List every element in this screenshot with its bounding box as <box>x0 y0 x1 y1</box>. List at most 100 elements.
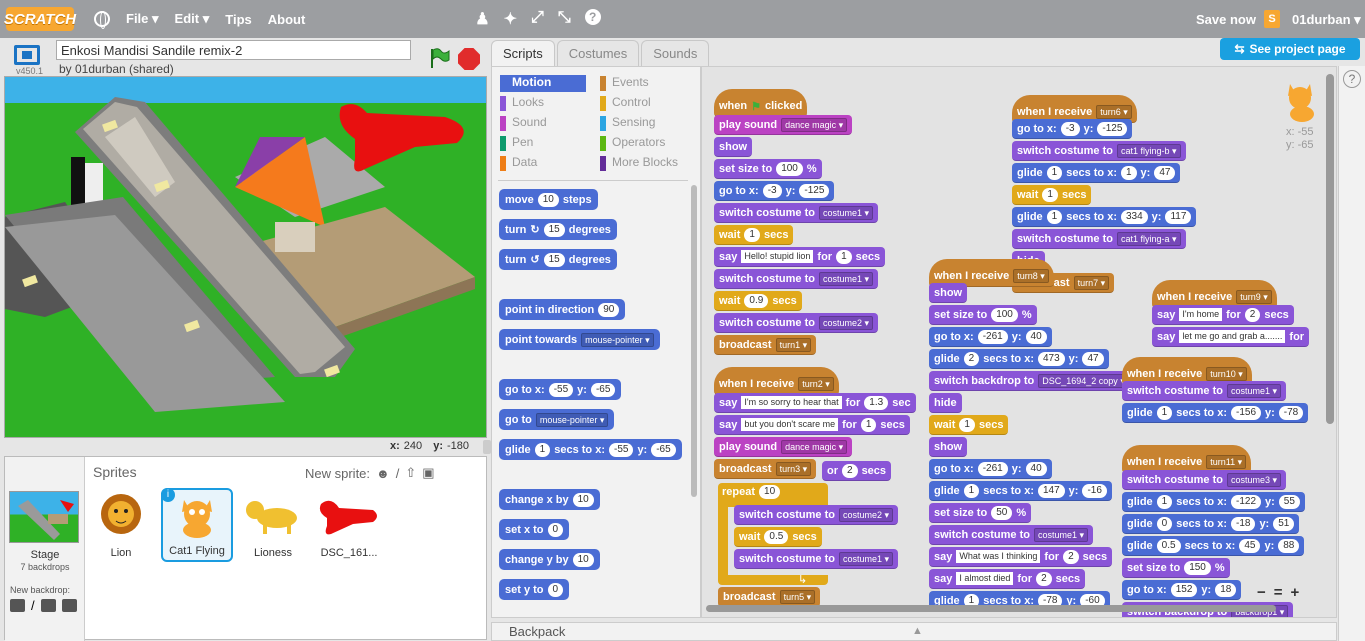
palette-change-y-block[interactable]: change y by 10 <box>499 549 600 570</box>
delete-scissors-icon[interactable]: ✦ <box>504 9 517 29</box>
category-control[interactable]: Control <box>600 95 686 112</box>
say-for-block[interactable]: say I almost died for 2 secs <box>929 569 1086 589</box>
paint-brush-icon[interactable]: / <box>396 466 400 481</box>
scripts-vertical-scrollbar[interactable] <box>1326 74 1334 424</box>
say-for-fragment-block[interactable]: or 2 secs <box>822 461 892 481</box>
scripts-horizontal-scrollbar[interactable] <box>706 605 1276 612</box>
camera-icon[interactable]: ▣ <box>422 465 434 481</box>
palette-point-towards-block[interactable]: point towards mouse-pointer <box>499 329 660 350</box>
category-sensing[interactable]: Sensing <box>600 115 686 132</box>
switch-costume-block[interactable]: switch costume to costume1 <box>734 549 899 569</box>
set-size-block[interactable]: set size to 50% <box>929 503 1032 523</box>
palette-move-block[interactable]: move 10 steps <box>499 189 598 210</box>
category-looks[interactable]: Looks <box>500 95 586 112</box>
sprite-tile-dsc[interactable]: DSC_161... <box>313 488 385 562</box>
palette-set-x-block[interactable]: set x to 0 <box>499 519 570 540</box>
hide-block[interactable]: hide <box>929 393 962 413</box>
when-i-receive-hat[interactable]: when I receive turn2 <box>714 367 839 395</box>
help-icon[interactable]: ? <box>1343 70 1361 88</box>
my-stuff-icon[interactable]: S <box>1264 10 1280 28</box>
switch-costume-block[interactable]: switch costume to cat1 flying-b <box>1012 141 1186 161</box>
switch-costume-block[interactable]: switch costume to costume1 <box>714 269 879 289</box>
goto-xy-block[interactable]: go to x: -261 y: 40 <box>929 327 1052 347</box>
palette-point-direction-block[interactable]: point in direction 90 <box>499 299 626 320</box>
glide-block[interactable]: glide 1 secs to x: -122 y: 55 <box>1122 492 1305 512</box>
collapse-stage-handle[interactable] <box>483 440 491 454</box>
green-flag-icon[interactable] <box>428 47 450 69</box>
palette-turn-ccw-block[interactable]: turn ↺ 15 degrees <box>499 249 617 270</box>
glide-block[interactable]: glide 2 secs to x: 473 y: 47 <box>929 349 1109 369</box>
see-project-page-button[interactable]: ⇆ See project page <box>1220 38 1360 60</box>
show-block[interactable]: show <box>929 437 968 457</box>
set-size-block[interactable]: set size to 100% <box>714 159 822 179</box>
when-i-receive-hat[interactable]: when I receive turn9 <box>1152 280 1277 308</box>
menu-edit[interactable]: Edit <box>175 11 210 27</box>
shrink-icon[interactable]: ⤡ <box>558 9 571 29</box>
stop-sign-icon[interactable] <box>458 48 480 70</box>
say-for-block[interactable]: say but you don't scare me for 1 secs <box>714 415 910 435</box>
tab-costumes[interactable]: Costumes <box>556 40 640 66</box>
goto-xy-block[interactable]: go to x: -3 y: -125 <box>1012 119 1133 139</box>
palette-set-y-block[interactable]: set y to 0 <box>499 579 570 600</box>
play-sound-block[interactable]: play sound dance magic <box>714 437 853 457</box>
stage-thumbnail[interactable] <box>9 491 79 543</box>
show-block[interactable]: show <box>714 137 753 157</box>
wait-block[interactable]: wait 0.9 secs <box>714 291 802 311</box>
glide-block[interactable]: glide 1 secs to x: 1 y: 47 <box>1012 163 1181 183</box>
category-pen[interactable]: Pen <box>500 135 586 152</box>
save-now-link[interactable]: Save now <box>1196 12 1256 27</box>
category-events[interactable]: Events <box>600 75 686 92</box>
broadcast-block[interactable]: broadcast turn3 <box>714 459 817 479</box>
glide-block[interactable]: glide 1 secs to x: 334 y: 117 <box>1012 207 1197 227</box>
scripts-area[interactable]: when⚑clicked play sounddance magic show … <box>701 66 1337 618</box>
menu-about[interactable]: About <box>268 12 306 27</box>
glide-block[interactable]: glide 1 secs to x: 147 y: -16 <box>929 481 1112 501</box>
play-sound-block[interactable]: play sound dance magic <box>714 115 853 135</box>
palette-goto-xy-block[interactable]: go to x: -55 y: -65 <box>499 379 622 400</box>
wait-block[interactable]: wait 0.5 secs <box>734 527 822 547</box>
when-flag-clicked-hat[interactable]: when ⚑ clicked <box>714 89 808 117</box>
sprite-info-icon[interactable]: i <box>161 488 175 502</box>
when-i-receive-hat[interactable]: when I receive turn11 <box>1122 445 1252 473</box>
say-for-block[interactable]: say What was I thinking for 2 secs <box>929 547 1113 567</box>
switch-costume-block[interactable]: switch costume to costume3 <box>1122 470 1287 490</box>
say-for-block[interactable]: say I'm home for 2 secs <box>1152 305 1294 325</box>
switch-backdrop-block[interactable]: switch backdrop to DSC_1694_2 copy <box>929 371 1134 391</box>
sprite-library-icon[interactable]: ☻ <box>376 466 390 481</box>
palette-turn-cw-block[interactable]: turn ↻ 15 degrees <box>499 219 617 240</box>
wait-block[interactable]: wait 1 secs <box>714 225 794 245</box>
sprite-tile-lioness[interactable]: Lioness <box>237 488 309 562</box>
wait-block[interactable]: wait 1 secs <box>1012 185 1092 205</box>
broadcast-block[interactable]: broadcast turn1 <box>714 335 817 355</box>
expand-arrow-icon[interactable]: ▲ <box>912 625 923 637</box>
goto-xy-block[interactable]: go to x: -261 y: 40 <box>929 459 1052 479</box>
glide-block[interactable]: glide 0 secs to x: -18 y: 51 <box>1122 514 1300 534</box>
tab-sounds[interactable]: Sounds <box>641 40 710 66</box>
backdrop-library-icon[interactable] <box>10 599 25 612</box>
goto-xy-block[interactable]: go to x: 152 y: 18 <box>1122 580 1242 600</box>
switch-costume-block[interactable]: switch costume to costume1 <box>929 525 1094 545</box>
switch-costume-block[interactable]: switch costume to costume1 <box>714 203 879 223</box>
upload-icon[interactable] <box>40 599 56 612</box>
set-size-block[interactable]: set size to 150% <box>1122 558 1230 578</box>
palette-scrollbar[interactable] <box>691 185 697 497</box>
fullscreen-icon[interactable] <box>14 45 40 65</box>
broadcast-block[interactable]: broadcast turn5 <box>718 587 821 607</box>
glide-block[interactable]: glide 1 secs to x: -156 y: -78 <box>1122 403 1309 423</box>
switch-costume-block[interactable]: switch costume to costume1 <box>1122 381 1287 401</box>
set-size-block[interactable]: set size to 100% <box>929 305 1037 325</box>
backpack-bar[interactable]: Backpack ▲ <box>491 622 1337 641</box>
palette-glide-block[interactable]: glide 1 secs to x: -55 y: -65 <box>499 439 682 460</box>
switch-costume-block[interactable]: switch costume to costume2 <box>734 505 899 525</box>
category-motion[interactable]: Motion <box>500 75 586 92</box>
palette-change-x-block[interactable]: change x by 10 <box>499 489 600 510</box>
paint-brush-icon[interactable]: / <box>31 599 35 612</box>
tab-scripts[interactable]: Scripts <box>491 40 555 66</box>
show-block[interactable]: show <box>929 283 968 303</box>
category-operators[interactable]: Operators <box>600 135 686 152</box>
account-menu[interactable]: 01durban <box>1292 12 1361 28</box>
switch-costume-block[interactable]: switch costume to costume2 <box>714 313 879 333</box>
menu-tips[interactable]: Tips <box>225 12 252 27</box>
sprite-tile-lion[interactable]: Lion <box>85 488 157 562</box>
switch-costume-block[interactable]: switch costume to cat1 flying-a <box>1012 229 1186 249</box>
